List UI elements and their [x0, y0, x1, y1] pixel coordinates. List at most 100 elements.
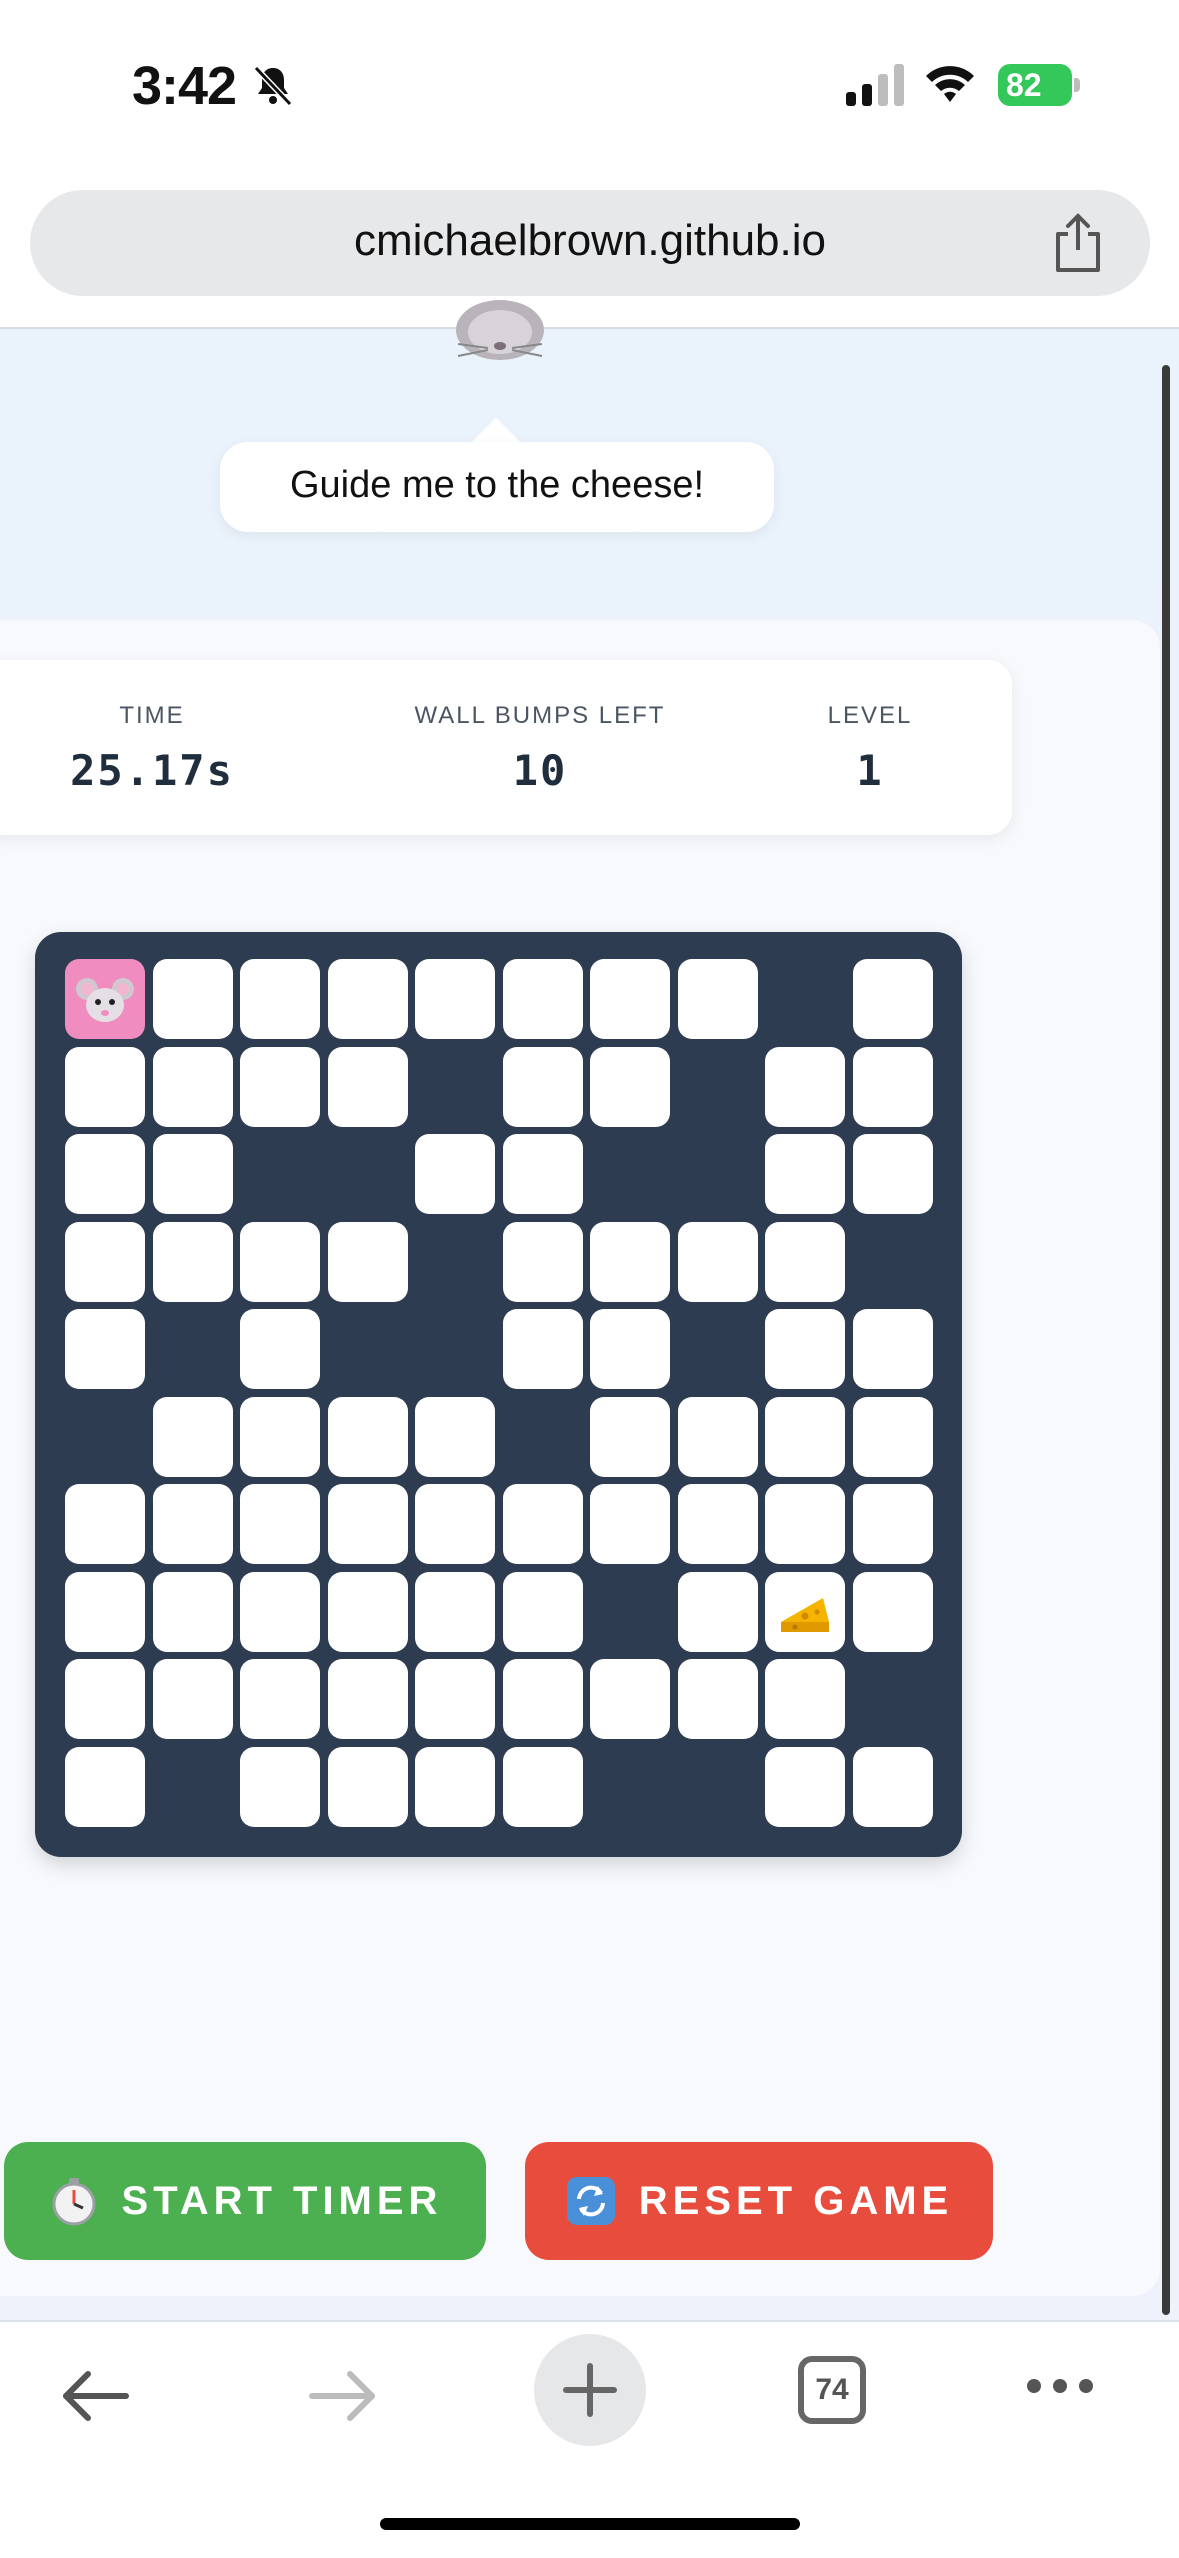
maze-cell[interactable] [765, 1659, 845, 1739]
maze-cell[interactable] [765, 1309, 845, 1389]
maze-cell[interactable] [502, 1221, 583, 1302]
address-bar[interactable]: cmichaelbrown.github.io [30, 190, 1150, 296]
maze-cell[interactable] [765, 1221, 845, 1302]
maze-cell[interactable] [240, 1046, 320, 1127]
maze-cell[interactable] [415, 1659, 495, 1739]
maze-cell[interactable] [765, 1134, 845, 1214]
maze-cell[interactable] [152, 1484, 233, 1564]
maze-cell[interactable] [677, 1484, 758, 1564]
maze-cell[interactable] [240, 1396, 320, 1477]
maze-cell[interactable] [852, 1134, 933, 1214]
maze-cell[interactable] [65, 1746, 145, 1827]
maze-cell[interactable] [327, 1571, 408, 1652]
maze-cell[interactable] [502, 1134, 583, 1214]
reset-game-button[interactable]: RESET GAME [525, 2142, 993, 2260]
speech-bubble: Guide me to the cheese! [220, 442, 774, 532]
forward-arrow-icon[interactable] [306, 2364, 380, 2428]
maze-cell[interactable] [852, 1046, 933, 1127]
maze-cell[interactable] [65, 1309, 145, 1389]
maze-cell[interactable] [590, 1484, 670, 1564]
tabs-count-button[interactable]: 74 [798, 2356, 866, 2424]
maze-cell[interactable] [677, 1571, 758, 1652]
maze-cell[interactable] [65, 1134, 145, 1214]
maze-cell[interactable] [502, 1659, 583, 1739]
maze-cell[interactable] [415, 1134, 495, 1214]
maze-cell[interactable] [415, 1746, 495, 1827]
maze-board[interactable] [35, 932, 962, 1857]
maze-cell[interactable] [240, 1659, 320, 1739]
maze-cell[interactable] [65, 1046, 145, 1127]
maze-cell-mouse[interactable] [65, 959, 145, 1039]
maze-cell[interactable] [677, 1221, 758, 1302]
maze-cell[interactable] [852, 1746, 933, 1827]
maze-cell[interactable] [415, 1484, 495, 1564]
maze-cell[interactable] [327, 1484, 408, 1564]
maze-cell[interactable] [415, 959, 495, 1039]
share-icon[interactable] [1050, 212, 1106, 274]
maze-cell[interactable] [502, 1046, 583, 1127]
maze-cell[interactable] [65, 1659, 145, 1739]
maze-cell[interactable] [590, 1659, 670, 1739]
maze-cell-cheese[interactable] [765, 1571, 845, 1652]
maze-cell[interactable] [152, 1046, 233, 1127]
maze-cell[interactable] [677, 1396, 758, 1477]
maze-cell[interactable] [590, 1396, 670, 1477]
maze-cell[interactable] [152, 959, 233, 1039]
maze-cell[interactable] [765, 1746, 845, 1827]
url-text[interactable]: cmichaelbrown.github.io [30, 216, 1150, 266]
mouse-icon [76, 978, 134, 1022]
maze-cell[interactable] [65, 1221, 145, 1302]
maze-cell[interactable] [590, 1221, 670, 1302]
maze-cell[interactable] [415, 1571, 495, 1652]
maze-cell[interactable] [240, 1309, 320, 1389]
maze-cell[interactable] [765, 1396, 845, 1477]
maze-cell[interactable] [152, 1134, 233, 1214]
maze-cell[interactable] [415, 1396, 495, 1477]
maze-cell[interactable] [240, 1221, 320, 1302]
maze-cell[interactable] [590, 1309, 670, 1389]
maze-cell[interactable] [502, 1571, 583, 1652]
silent-bell-icon [253, 65, 293, 107]
maze-cell[interactable] [327, 959, 408, 1039]
more-options-icon[interactable] [1024, 2376, 1096, 2396]
maze-cell[interactable] [852, 1309, 933, 1389]
maze-cell[interactable] [65, 1484, 145, 1564]
maze-cell[interactable] [152, 1396, 233, 1477]
maze-cell[interactable] [852, 1396, 933, 1477]
maze-cell[interactable] [590, 1046, 670, 1127]
maze-cell[interactable] [502, 1309, 583, 1389]
stat-wall-bumps: WALL BUMPS LEFT 10 [380, 702, 700, 795]
back-arrow-icon[interactable] [58, 2364, 132, 2428]
maze-cell[interactable] [502, 959, 583, 1039]
maze-cell[interactable] [65, 1571, 145, 1652]
maze-cell[interactable] [765, 1046, 845, 1127]
maze-cell[interactable] [240, 1484, 320, 1564]
maze-cell[interactable] [677, 959, 758, 1039]
maze-cell[interactable] [152, 1571, 233, 1652]
maze-cell[interactable] [677, 1659, 758, 1739]
maze-cell[interactable] [327, 1046, 408, 1127]
scrollbar[interactable] [1162, 365, 1170, 2315]
maze-cell[interactable] [240, 959, 320, 1039]
maze-cell[interactable] [240, 1571, 320, 1652]
maze-cell[interactable] [240, 1746, 320, 1827]
maze-cell[interactable] [152, 1221, 233, 1302]
maze-cell[interactable] [765, 1484, 845, 1564]
maze-cell[interactable] [327, 1221, 408, 1302]
start-timer-button[interactable]: START TIMER [4, 2142, 486, 2260]
maze-cell[interactable] [852, 959, 933, 1039]
maze-cell[interactable] [502, 1746, 583, 1827]
maze-cell[interactable] [590, 959, 670, 1039]
maze-cell[interactable] [852, 1571, 933, 1652]
status-bar: 3:42 82 [0, 0, 1179, 175]
maze-cell[interactable] [327, 1396, 408, 1477]
wall-bumps-value: 10 [512, 746, 568, 795]
maze-cell[interactable] [327, 1746, 408, 1827]
maze-cell[interactable] [852, 1484, 933, 1564]
maze-cell[interactable] [327, 1659, 408, 1739]
new-tab-button[interactable] [534, 2334, 646, 2446]
start-timer-label: START TIMER [121, 2178, 443, 2223]
stats-panel: TIME 25.17s WALL BUMPS LEFT 10 LEVEL 1 [0, 660, 1012, 835]
maze-cell[interactable] [152, 1659, 233, 1739]
maze-cell[interactable] [502, 1484, 583, 1564]
